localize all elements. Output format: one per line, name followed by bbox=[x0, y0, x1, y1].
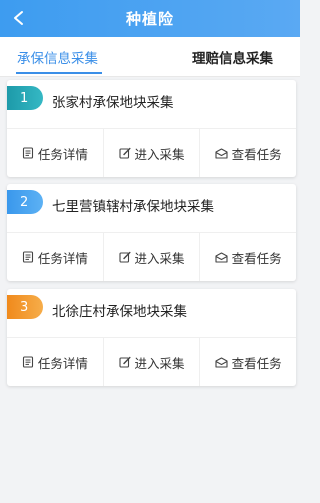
task-title: 张家村承保地块采集 bbox=[52, 95, 174, 111]
document-icon bbox=[22, 356, 33, 368]
tab-claims-collection[interactable]: 理赔信息采集 bbox=[192, 37, 273, 77]
start-collection-label: 进入采集 bbox=[134, 146, 185, 162]
task-title: 北徐庄村承保地块采集 bbox=[52, 304, 187, 320]
task-card: 3 北徐庄村承保地块采集 任务详情 进入采集 查看任务 bbox=[7, 289, 296, 386]
start-collection-button[interactable]: 进入采集 bbox=[102, 233, 200, 281]
envelope-icon bbox=[215, 356, 228, 368]
envelope-icon bbox=[215, 147, 228, 159]
view-task-button[interactable]: 查看任务 bbox=[199, 129, 296, 177]
task-details-button[interactable]: 任务详情 bbox=[7, 338, 103, 386]
start-collection-label: 进入采集 bbox=[134, 250, 185, 266]
card-actions: 任务详情 进入采集 查看任务 bbox=[7, 338, 296, 386]
view-task-button[interactable]: 查看任务 bbox=[199, 233, 296, 281]
start-collection-label: 进入采集 bbox=[134, 355, 185, 371]
back-button[interactable] bbox=[6, 5, 32, 31]
view-task-label: 查看任务 bbox=[231, 146, 282, 162]
task-details-label: 任务详情 bbox=[37, 355, 88, 371]
task-number-badge: 2 bbox=[7, 190, 43, 214]
edit-icon bbox=[118, 356, 131, 368]
edit-icon bbox=[118, 251, 131, 263]
top-app-bar: 种植险 bbox=[0, 0, 300, 37]
start-collection-button[interactable]: 进入采集 bbox=[102, 129, 200, 177]
task-number-badge: 1 bbox=[7, 86, 43, 110]
envelope-icon bbox=[215, 251, 228, 263]
task-details-label: 任务详情 bbox=[37, 146, 88, 162]
tab-bar: 承保信息采集 理赔信息采集 bbox=[0, 37, 300, 77]
task-details-button[interactable]: 任务详情 bbox=[7, 233, 103, 281]
page-title: 种植险 bbox=[125, 10, 174, 28]
task-number-badge: 3 bbox=[7, 295, 43, 319]
task-details-label: 任务详情 bbox=[37, 250, 88, 266]
task-card: 1 张家村承保地块采集 任务详情 进入采集 查看任务 bbox=[7, 80, 296, 177]
active-tab-indicator bbox=[16, 72, 102, 74]
start-collection-button[interactable]: 进入采集 bbox=[102, 338, 200, 386]
card-actions: 任务详情 进入采集 查看任务 bbox=[7, 129, 296, 177]
task-details-button[interactable]: 任务详情 bbox=[7, 129, 103, 177]
tab-underwriting-collection[interactable]: 承保信息采集 bbox=[17, 37, 98, 77]
view-task-label: 查看任务 bbox=[231, 355, 282, 371]
document-icon bbox=[22, 251, 33, 263]
view-task-label: 查看任务 bbox=[231, 250, 282, 266]
task-title: 七里营镇辖村承保地块采集 bbox=[52, 199, 214, 215]
document-icon bbox=[22, 147, 33, 159]
edit-icon bbox=[118, 147, 131, 159]
card-actions: 任务详情 进入采集 查看任务 bbox=[7, 233, 296, 281]
chevron-left-icon bbox=[14, 11, 23, 25]
view-task-button[interactable]: 查看任务 bbox=[199, 338, 296, 386]
task-card: 2 七里营镇辖村承保地块采集 任务详情 进入采集 查看任务 bbox=[7, 184, 296, 281]
